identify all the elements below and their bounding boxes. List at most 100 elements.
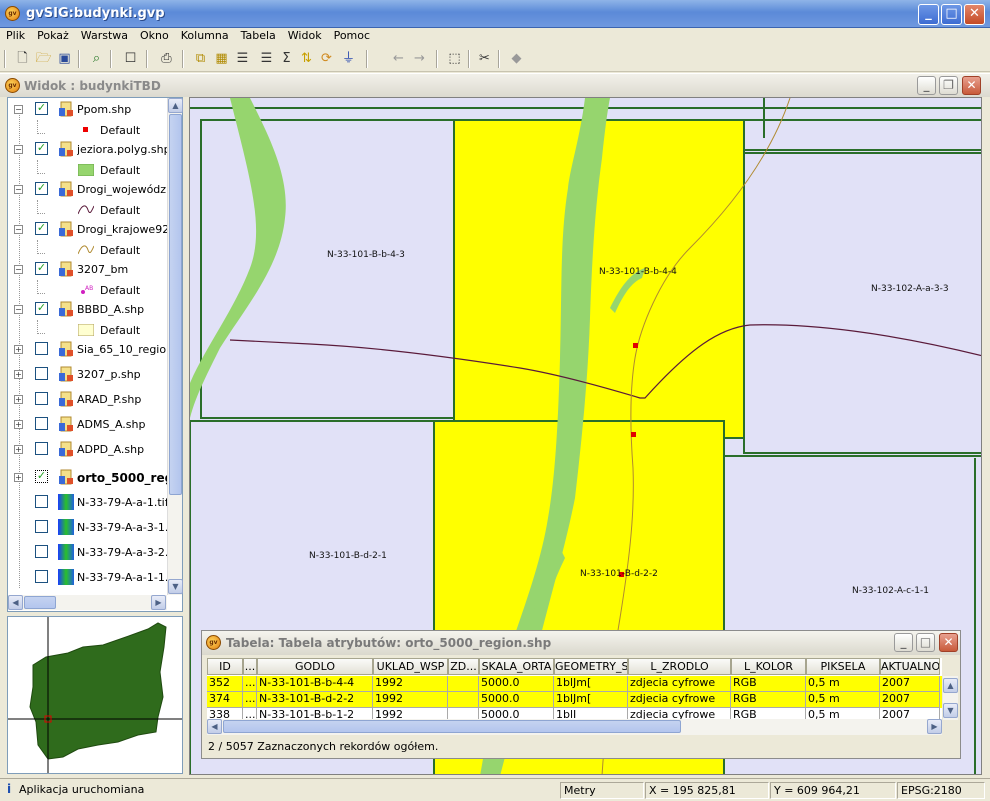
column-header[interactable]: L_ZRODLO [628,658,731,675]
table-cell[interactable] [448,692,479,708]
maximize-button[interactable]: □ [941,4,962,25]
table-cell[interactable]: 352 [207,676,243,692]
toc-layer[interactable]: − ✓ Ppom.shp [8,100,168,120]
layer-name[interactable]: ADPD_A.shp [77,443,169,456]
layer-visibility-checkbox[interactable] [35,520,48,533]
toc-layer[interactable]: +3207_p.shp [8,365,168,385]
table-cell[interactable]: ... [243,676,257,692]
menu-plik[interactable]: Plik [0,28,31,42]
table-cell[interactable]: RGB [731,676,806,692]
select-all-icon[interactable]: ⬚ [446,50,463,67]
table-cell[interactable]: RGB [731,708,806,719]
table-cell[interactable]: 1992 [373,676,448,692]
table-cell[interactable]: N-33-101-B-d-2-2 [257,692,373,708]
table-cell[interactable]: 5000.0 [479,676,554,692]
collapse-icon[interactable]: − [14,225,23,234]
menu-pokaz[interactable]: Pokaż [31,28,75,42]
layer-visibility-checkbox[interactable] [35,495,48,508]
view-minimize-button[interactable]: _ [917,76,936,95]
column-header[interactable]: UKLAD_WSP [373,658,448,675]
layer-name[interactable]: BBBD_A.shp [77,303,169,316]
table-maximize-button[interactable]: □ [916,633,935,652]
table-cell[interactable]: ... [243,692,257,708]
new-file-icon[interactable]: 🗋 [14,50,31,67]
toc-layer[interactable]: − ✓ jeziora.polyg.shp [8,140,169,160]
toc-hscroll-thumb[interactable] [24,596,56,609]
open-folder-icon[interactable]: 🗁 [35,50,52,67]
scroll-up-icon[interactable]: ▲ [168,98,183,113]
table-cell[interactable]: zdjecia cyfrowe [628,692,731,708]
table-cell[interactable] [448,708,479,719]
table-cell[interactable] [448,676,479,692]
table-cell[interactable]: ... [243,708,257,719]
toc-vertical-scrollbar[interactable]: ▲ ▼ [167,98,183,595]
table-cell[interactable]: 2007 [880,676,940,692]
column-header[interactable]: SKALA_ORTA [479,658,554,675]
column-header[interactable]: ... [243,658,257,675]
table-cell[interactable]: 2007 [880,708,940,719]
table-cell[interactable]: 0,5 m [806,676,880,692]
layer-name[interactable]: orto_5000_regi [77,471,169,485]
back-arrow-icon[interactable]: ← [390,50,407,67]
toc-layer[interactable]: N-33-79-A-a-1.tif [8,493,169,513]
layer-name[interactable]: 3207_p.shp [77,368,169,381]
collapse-icon[interactable]: − [14,105,23,114]
close-button[interactable]: ✕ [964,4,985,25]
scroll-left-icon[interactable]: ◀ [8,595,23,610]
grid-scroll-down-icon[interactable]: ▼ [943,703,958,718]
menu-kolumna[interactable]: Kolumna [175,28,235,42]
column-header[interactable]: ID [207,658,243,675]
table-cell[interactable]: 374 [207,692,243,708]
table-cell[interactable]: N-33-101-B-b-4-4 [257,676,373,692]
toc-layer[interactable]: + ADMS_A.shp [8,415,168,435]
point-ppom-1[interactable] [633,343,638,348]
sum-icon[interactable]: Σ [278,50,295,67]
toc-layer[interactable]: + ✓ orto_5000_regi [8,468,169,488]
expand-icon[interactable]: + [14,395,23,404]
menu-warstwa[interactable]: Warstwa [75,28,134,42]
minimize-button[interactable]: _ [918,4,939,25]
toc-layer[interactable]: N-33-79-A-a-1-1.ti [8,568,169,588]
table-row[interactable]: 338... N-33-101-B-b-1-2 1992 5000.0 1blI zdje… [207,708,942,719]
layer-visibility-checkbox[interactable] [35,392,48,405]
table-cell[interactable]: RGB [731,692,806,708]
table-cell[interactable]: 5000.0 [479,692,554,708]
layer-name[interactable]: N-33-79-A-a-1-1.ti [77,571,169,584]
save-icon[interactable]: ▣ [56,50,73,67]
tools-icon[interactable]: ✂ [476,50,493,67]
layer-visibility-checkbox[interactable] [35,367,48,380]
column-header[interactable]: L_KOLOR [731,658,806,675]
refresh-icon[interactable]: ⟳ [318,50,335,67]
table-icon[interactable]: ▦ [213,50,230,67]
layer-name[interactable]: Drogi_krajowe92_p [77,223,169,236]
grid-scroll-left-icon[interactable]: ◀ [207,719,222,734]
expand-icon[interactable]: + [14,370,23,379]
expand-icon[interactable]: + [14,345,23,354]
table-cell[interactable]: 0,5 m [806,692,880,708]
layer-visibility-checkbox[interactable]: ✓ [35,262,48,275]
layer-name[interactable]: Sia_65_10_region. [77,343,169,356]
scroll-down-icon[interactable]: ▼ [168,579,183,594]
table-cell[interactable]: zdjecia cyfrowe [628,676,731,692]
toc-layer[interactable]: N-33-79-A-a-3-1.ti [8,518,169,538]
move-up-icon[interactable]: ⇅ [298,50,315,67]
table-row[interactable]: 374... N-33-101-B-d-2-2 1992 5000.0 1blJm[zd… [207,692,942,708]
layer-visibility-checkbox[interactable]: ✓ [35,142,48,155]
attribute-grid[interactable]: ID... GODLO UKLAD_WSP ZD... SKALA_ORTA GEOMET… [207,658,942,719]
layer-visibility-checkbox[interactable]: ✓ [35,102,48,115]
layer-visibility-checkbox[interactable] [35,342,48,355]
table-cell[interactable]: N-33-101-B-b-1-2 [257,708,373,719]
grid-scroll-right-icon[interactable]: ▶ [927,719,942,734]
layer-visibility-checkbox[interactable]: ✓ [35,222,48,235]
layer-visibility-checkbox[interactable] [35,417,48,430]
toc-layer[interactable]: − ✓ Drogi_krajowe92_p [8,220,169,240]
collapse-icon[interactable]: − [14,265,23,274]
expand-icon[interactable]: + [14,420,23,429]
layer-name[interactable]: N-33-79-A-a-3-1.ti [77,521,169,534]
layer-name[interactable]: N-33-79-A-a-3-2.ti [77,546,169,559]
table-cell[interactable]: zdjecia cyfrowe [628,708,731,719]
column-header[interactable]: AKTUALNOS [880,658,940,675]
table-close-button[interactable]: ✕ [939,633,958,652]
table-cell[interactable]: 1992 [373,708,448,719]
layer-name[interactable]: ARAD_P.shp [77,393,169,406]
